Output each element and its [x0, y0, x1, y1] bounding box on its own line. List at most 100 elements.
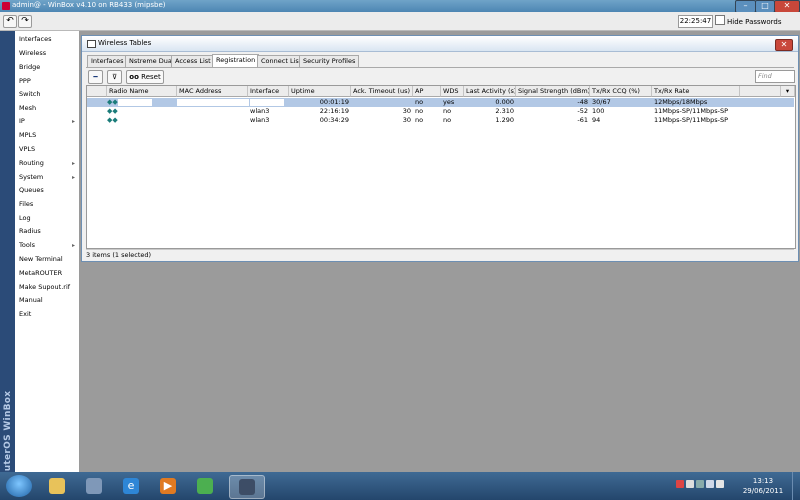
cell-ack-timeout: 30 — [402, 116, 411, 124]
column-header-wds[interactable]: WDS — [441, 86, 464, 97]
menu-item-system[interactable]: System ▸ — [15, 171, 79, 184]
column-header-interface[interactable]: Interface — [248, 86, 289, 97]
menu-item-vpls[interactable]: VPLS — [15, 143, 79, 156]
taskbar-clock[interactable]: 13:13 29/06/2011 — [740, 476, 786, 496]
taskbar-time: 13:13 — [752, 477, 774, 485]
network-icon — [197, 478, 213, 494]
tray-flag-icon[interactable] — [676, 480, 684, 488]
menu-item-mpls[interactable]: MPLS — [15, 129, 79, 142]
cell-interface: wlan3 — [250, 116, 270, 124]
menu-item-radius[interactable]: Radius — [15, 225, 79, 238]
column-header-last-activity[interactable]: Last Activity (s) — [464, 86, 516, 97]
player-icon: ▶ — [160, 478, 176, 494]
menu-item-switch[interactable]: Switch — [15, 88, 79, 101]
column-header-ack-timeout[interactable]: Ack. Timeout (us) — [351, 86, 413, 97]
menu-item-label: Routing — [19, 159, 44, 167]
menu-item-bridge[interactable]: Bridge — [15, 61, 79, 74]
menu-item-label: System — [19, 173, 44, 181]
ie-taskbar-button[interactable]: e — [114, 475, 148, 497]
hide-passwords-checkbox[interactable]: Hide Passwords — [715, 15, 782, 28]
menu-item-ppp[interactable]: PPP — [15, 75, 79, 88]
window-title-bar: admin@ - WinBox v4.10 on RB433 (mipsbe) … — [0, 0, 800, 13]
wireless-client-icon: ◆◆ — [107, 98, 118, 106]
main-toolbar: ↶ ↷ 22:25:47 Hide Passwords — [0, 12, 800, 31]
cell-mac — [177, 116, 248, 125]
tab-nstreme-dual[interactable]: Nstreme Dual — [125, 55, 178, 67]
menu-item-log[interactable]: Log — [15, 212, 79, 225]
checkbox-box[interactable] — [715, 15, 725, 25]
menu-item-new-terminal[interactable]: New Terminal — [15, 253, 79, 266]
find-input[interactable]: Find — [755, 70, 795, 83]
column-header-flags[interactable] — [87, 86, 107, 97]
cell-ap: no — [415, 116, 424, 124]
menu-item-metarouter[interactable]: MetaROUTER — [15, 267, 79, 280]
remove-button[interactable]: ━ — [88, 70, 103, 84]
menu-item-manual[interactable]: Manual — [15, 294, 79, 307]
cell-rate: 12Mbps/18Mbps — [654, 98, 708, 106]
column-header-ccq[interactable]: Tx/Rx CCQ (%) — [590, 86, 652, 97]
cell-mac — [177, 107, 248, 116]
menu-item-queues[interactable]: Queues — [15, 184, 79, 197]
tab-security-profiles[interactable]: Security Profiles — [299, 55, 360, 67]
folder-icon — [49, 478, 65, 494]
filter-icon[interactable]: ⊽ — [107, 70, 122, 84]
tray-network-icon[interactable] — [706, 480, 714, 488]
menu-item-mesh[interactable]: Mesh — [15, 102, 79, 115]
wireless-window-title: Wireless Tables — [98, 39, 152, 47]
tab-access-list[interactable]: Access List — [171, 55, 215, 67]
network-taskbar-button[interactable] — [188, 475, 222, 497]
cell-signal: -48 — [577, 98, 588, 106]
wireless-window-close-button[interactable]: ✕ — [775, 39, 793, 51]
media-taskbar-button[interactable] — [77, 475, 111, 497]
menu-item-label: MetaROUTER — [19, 269, 63, 277]
menu-item-label: New Terminal — [19, 255, 63, 263]
reset-button[interactable]: oo Reset — [126, 70, 164, 84]
menu-item-interfaces[interactable]: Interfaces — [15, 33, 79, 46]
cell-ap: no — [415, 98, 424, 106]
window-title: admin@ - WinBox v4.10 on RB433 (mipsbe) — [12, 1, 166, 9]
column-chooser-chevron-down-icon[interactable]: ▾ — [781, 86, 795, 97]
cell-signal: -61 — [577, 116, 588, 124]
tray-app-icon[interactable] — [686, 480, 694, 488]
menu-item-ip[interactable]: IP ▸ — [15, 115, 79, 128]
column-header-rate[interactable]: Tx/Rx Rate — [652, 86, 740, 97]
winbox-icon — [239, 479, 255, 495]
redo-button[interactable]: ↷ — [18, 15, 32, 28]
column-header-mac-address[interactable]: MAC Address — [177, 86, 248, 97]
submenu-arrow-icon: ▸ — [71, 174, 75, 181]
player-taskbar-button[interactable]: ▶ — [151, 475, 185, 497]
menu-item-routing[interactable]: Routing ▸ — [15, 157, 79, 170]
winbox-app-icon — [2, 2, 10, 10]
menu-item-files[interactable]: Files — [15, 198, 79, 211]
reset-counters-icon: oo — [129, 73, 139, 81]
table-row[interactable]: ◆◆ 00:01:19 no yes 0.000 -48 30/67 12Mbp… — [87, 98, 794, 107]
column-header-signal-strength[interactable]: Signal Strength (dBm) — [516, 86, 590, 97]
tray-printer-icon[interactable] — [696, 480, 704, 488]
start-button[interactable] — [6, 475, 32, 497]
menu-item-tools[interactable]: Tools ▸ — [15, 239, 79, 252]
submenu-arrow-icon: ▸ — [71, 242, 75, 249]
table-row[interactable]: ◆◆ wlan3 00:34:29 30 no no 1.290 -61 94 … — [87, 116, 794, 125]
cell-last-activity: 2.310 — [495, 107, 514, 115]
tray-volume-icon[interactable] — [716, 480, 724, 488]
cell-ack-timeout: 30 — [402, 107, 411, 115]
menu-item-exit[interactable]: Exit — [15, 308, 79, 321]
column-header-uptime[interactable]: Uptime — [289, 86, 351, 97]
cell-signal: -52 — [577, 107, 588, 115]
menu-item-label: Files — [19, 200, 34, 208]
menu-item-make-supout[interactable]: Make Supout.rif — [15, 281, 79, 294]
column-header-ap[interactable]: AP — [413, 86, 441, 97]
menu-item-label: Mesh — [19, 104, 37, 112]
table-row[interactable]: ◆◆ wlan3 22:16:19 30 no no 2.310 -52 100… — [87, 107, 794, 116]
window-icon — [87, 40, 96, 48]
show-desktop-button[interactable] — [792, 472, 800, 500]
tab-registration[interactable]: Registration — [212, 54, 260, 67]
winbox-taskbar-button[interactable] — [229, 475, 265, 499]
menu-item-wireless[interactable]: Wireless — [15, 47, 79, 60]
undo-button[interactable]: ↶ — [3, 15, 17, 28]
column-header-radio-name[interactable]: Radio Name — [107, 86, 177, 97]
tab-interfaces[interactable]: Interfaces — [87, 55, 128, 67]
main-menu: Interfaces Wireless Bridge PPP Switch Me… — [15, 31, 80, 472]
wireless-client-icon: ◆◆ — [107, 107, 118, 115]
explorer-taskbar-button[interactable] — [40, 475, 74, 497]
